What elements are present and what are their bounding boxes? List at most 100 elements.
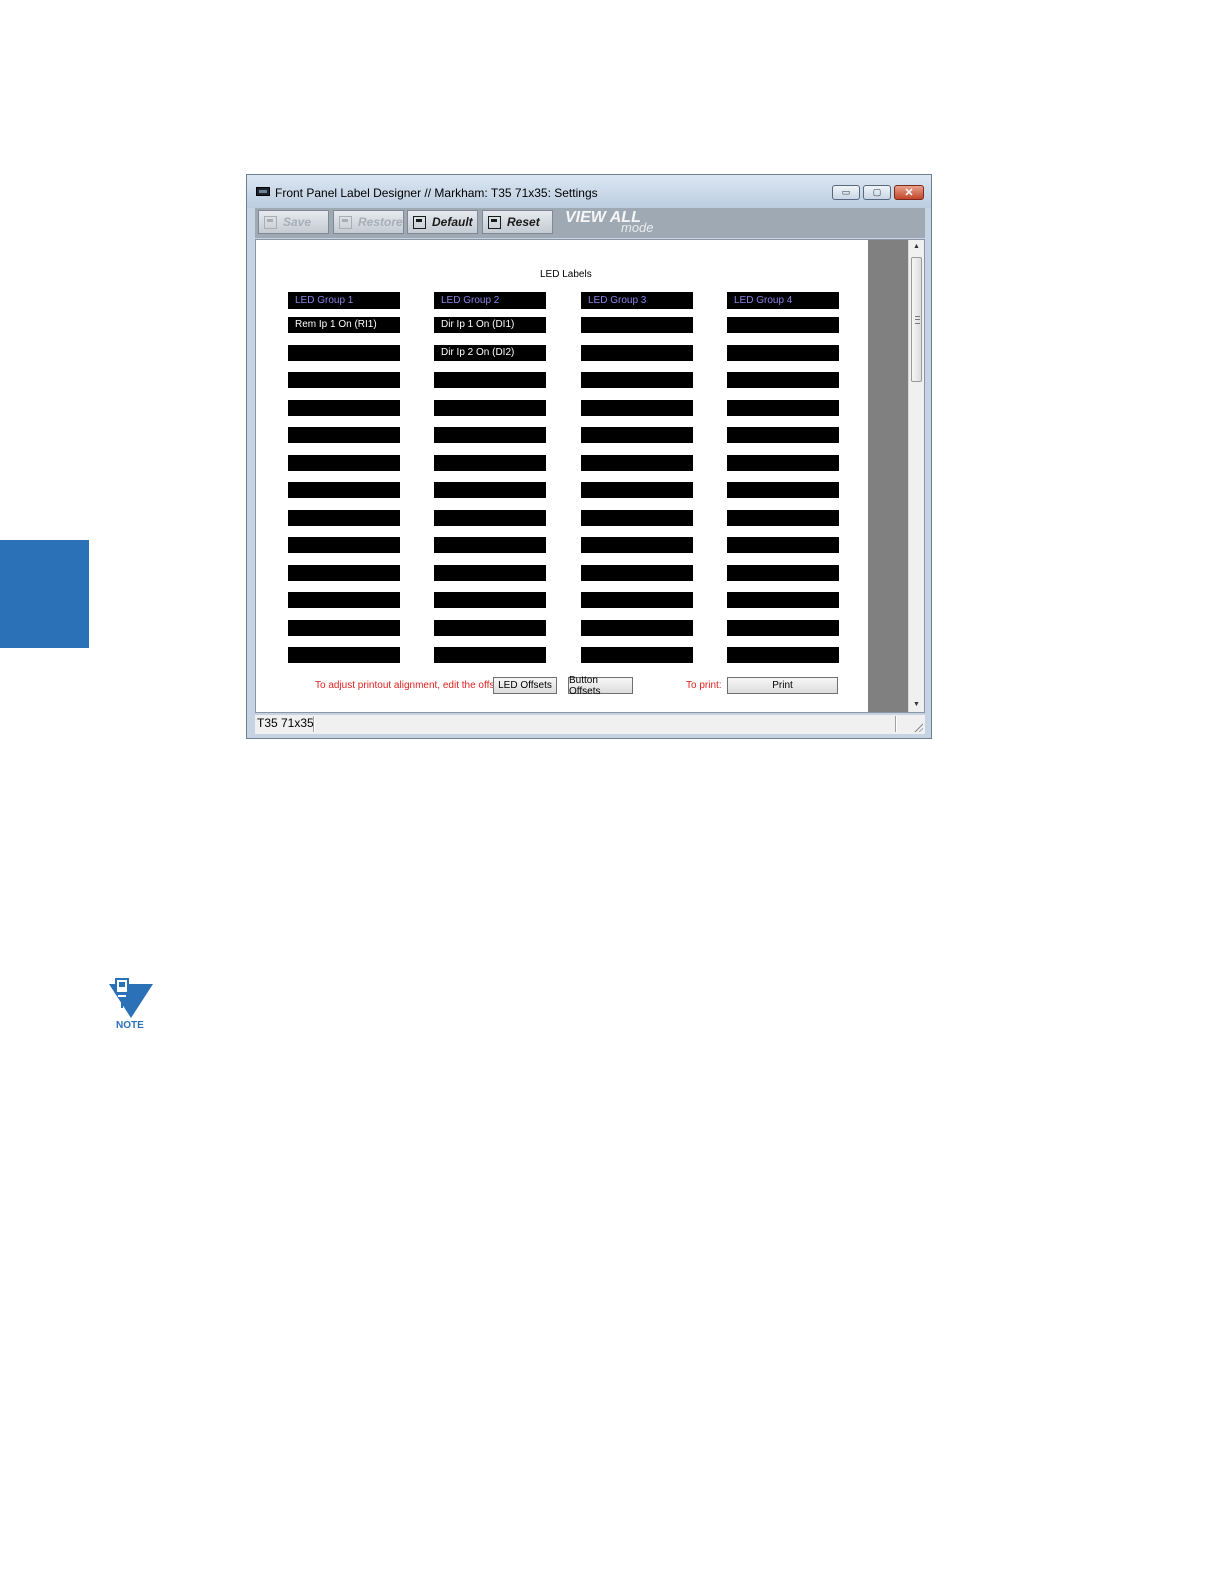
led-offsets-button[interactable]: LED Offsets <box>493 677 557 694</box>
led-label-field[interactable] <box>288 454 400 471</box>
led-label-field[interactable] <box>434 537 546 553</box>
window-titlebar[interactable]: Front Panel Label Designer // Markham: T… <box>247 175 931 208</box>
reset-label: Reset <box>507 215 540 229</box>
led-label-field[interactable] <box>727 647 839 663</box>
led-label-field[interactable] <box>727 482 839 498</box>
scroll-up-icon[interactable]: ▲ <box>909 240 924 254</box>
led-labels-heading: LED Labels <box>540 269 592 280</box>
status-divider <box>313 716 315 732</box>
led-label-field[interactable] <box>727 399 839 416</box>
status-divider <box>895 716 897 732</box>
led-label-field[interactable]: Rem Ip 1 On (RI1) <box>288 317 400 333</box>
led-label-field[interactable] <box>581 482 693 498</box>
led-label-field[interactable] <box>288 537 400 553</box>
led-label-field[interactable] <box>434 454 546 471</box>
led-label-field[interactable] <box>434 399 546 416</box>
close-icon: ✕ <box>904 187 914 199</box>
led-group-header: LED Group 4 <box>727 292 839 309</box>
restore-label: Restore <box>358 215 403 229</box>
mode-label: mode <box>621 220 654 235</box>
app-icon <box>256 187 270 196</box>
led-label-field[interactable] <box>727 344 839 361</box>
led-label-field[interactable] <box>288 564 400 581</box>
save-label: Save <box>283 215 312 229</box>
led-label-field[interactable] <box>288 619 400 636</box>
led-label-field[interactable] <box>288 647 400 663</box>
scroll-thumb[interactable] <box>911 257 922 382</box>
reset-button[interactable]: Reset <box>482 210 553 234</box>
led-label-field[interactable] <box>434 564 546 581</box>
led-label-field[interactable] <box>727 537 839 553</box>
panel-margin <box>868 240 908 712</box>
print-prompt: To print: <box>686 680 722 691</box>
led-label-field[interactable] <box>288 482 400 498</box>
led-label-field[interactable]: Dir Ip 2 On (DI2) <box>434 344 546 361</box>
save-button[interactable]: Save <box>258 210 329 234</box>
led-label-field[interactable] <box>288 427 400 443</box>
note-label: NOTE <box>116 1020 144 1031</box>
led-label-field[interactable] <box>581 344 693 361</box>
led-label-field[interactable] <box>727 619 839 636</box>
restore-button[interactable]: Restore <box>333 210 404 234</box>
led-label-field[interactable] <box>581 564 693 581</box>
vertical-scrollbar[interactable]: ▲ ▼ <box>908 240 924 712</box>
led-label-field[interactable] <box>581 509 693 526</box>
scroll-down-icon[interactable]: ▼ <box>909 698 924 712</box>
led-label-field[interactable] <box>434 427 546 443</box>
led-label-field[interactable] <box>434 372 546 388</box>
led-label-field[interactable] <box>581 592 693 608</box>
reset-icon <box>488 215 501 229</box>
led-label-field[interactable] <box>581 372 693 388</box>
minimize-icon: ▭ <box>841 187 851 197</box>
led-label-field[interactable] <box>434 647 546 663</box>
maximize-button[interactable]: ▢ <box>863 185 891 200</box>
default-icon <box>413 215 426 229</box>
led-label-field[interactable] <box>727 592 839 608</box>
led-label-field[interactable] <box>727 427 839 443</box>
default-button[interactable]: Default <box>407 210 478 234</box>
led-label-field[interactable] <box>727 454 839 471</box>
save-icon <box>264 215 277 229</box>
led-group-column: LED Group 1 Rem Ip 1 On (RI1) <box>288 292 400 663</box>
led-label-field[interactable] <box>581 399 693 416</box>
led-label-field[interactable] <box>434 592 546 608</box>
led-group-header: LED Group 1 <box>288 292 400 309</box>
led-label-field[interactable] <box>288 399 400 416</box>
led-label-field[interactable] <box>581 427 693 443</box>
button-offsets-button[interactable]: Button Offsets <box>568 675 633 697</box>
led-label-field[interactable] <box>727 564 839 581</box>
led-label-field[interactable] <box>581 537 693 553</box>
minimize-button[interactable]: ▭ <box>832 185 860 200</box>
led-group-column: LED Group 3 <box>581 292 693 663</box>
led-label-field[interactable] <box>581 619 693 636</box>
alignment-instruction: To adjust printout alignment, edit the o… <box>315 680 511 691</box>
led-label-field[interactable] <box>581 454 693 471</box>
led-label-field[interactable]: Dir Ip 1 On (DI1) <box>434 317 546 333</box>
led-label-field[interactable] <box>434 509 546 526</box>
window-title: Front Panel Label Designer // Markham: T… <box>275 186 598 200</box>
print-button[interactable]: Print <box>727 677 838 694</box>
led-group-header: LED Group 3 <box>581 292 693 309</box>
maximize-icon: ▢ <box>872 187 882 197</box>
resize-grip-icon[interactable] <box>913 722 923 732</box>
chapter-side-tab <box>0 540 89 648</box>
grip-icon <box>915 316 920 324</box>
status-device: T35 71x35 <box>257 716 314 730</box>
led-group-header: LED Group 2 <box>434 292 546 309</box>
led-label-field[interactable] <box>288 509 400 526</box>
led-label-field[interactable] <box>727 317 839 333</box>
led-group-column: LED Group 4 <box>727 292 839 663</box>
led-label-field[interactable] <box>581 317 693 333</box>
led-group-column: LED Group 2 Dir Ip 1 On (DI1) Dir Ip 2 O… <box>434 292 546 663</box>
led-label-field[interactable] <box>288 372 400 388</box>
led-label-field[interactable] <box>288 344 400 361</box>
led-label-field[interactable] <box>727 509 839 526</box>
led-label-field[interactable] <box>434 619 546 636</box>
led-label-field[interactable] <box>727 372 839 388</box>
led-label-field[interactable] <box>434 482 546 498</box>
led-label-field[interactable] <box>288 592 400 608</box>
close-button[interactable]: ✕ <box>894 185 924 200</box>
default-label: Default <box>432 215 473 229</box>
restore-icon <box>339 215 352 229</box>
led-label-field[interactable] <box>581 647 693 663</box>
